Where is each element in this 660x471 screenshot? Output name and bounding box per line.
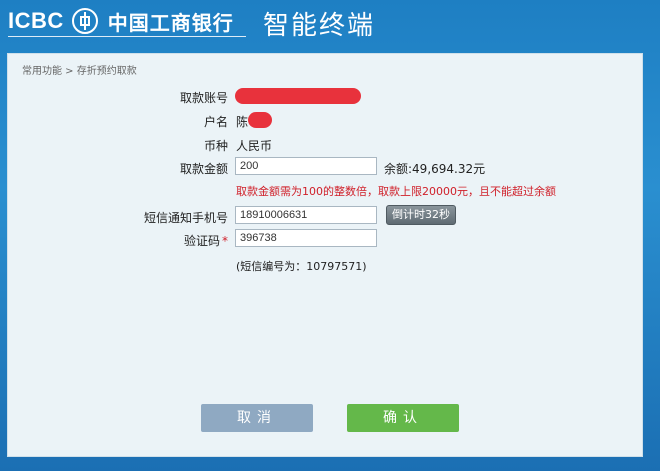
sms-number-note: (短信编号为：10797571) — [236, 260, 367, 273]
amount-warning: 取款金额需为100的整数倍，取款上限20000元，且不能超过余额 — [236, 185, 556, 198]
countdown-button[interactable]: 倒计时32秒 — [386, 205, 456, 225]
verification-code-input[interactable]: 396738 — [235, 229, 377, 247]
breadcrumb: 常用功能 > 存折预约取款 — [22, 66, 137, 77]
name-value: 陈 — [236, 115, 249, 129]
icbc-seal-icon — [71, 8, 98, 34]
icbc-logo-text: ICBC — [8, 8, 64, 33]
account-label: 取款账号 — [179, 91, 228, 105]
bank-logo: ICBC 中国工商银行 — [8, 6, 246, 37]
balance-text: 余额:49,694.32元 — [384, 162, 486, 176]
withdrawal-form-panel: 常用功能 > 存折预约取款 取款账号 户名 陈 币种 人民币 取款金额 200 … — [7, 53, 643, 457]
name-label: 户名 — [203, 115, 228, 129]
phone-label: 短信通知手机号 — [143, 211, 228, 225]
code-label: 验证码 * — [8, 232, 228, 249]
amount-input[interactable]: 200 — [235, 157, 377, 175]
app-header: ICBC 中国工商银行 智能终端 — [0, 0, 660, 50]
code-label-text: 验证码 — [183, 234, 220, 248]
name-redaction — [248, 112, 272, 128]
confirm-button[interactable]: 确认 — [347, 404, 459, 432]
currency-label: 币种 — [203, 139, 228, 153]
terminal-title: 智能终端 — [263, 11, 376, 41]
phone-input[interactable]: 18910006631 — [235, 206, 377, 224]
currency-value: 人民币 — [236, 139, 273, 153]
cancel-button[interactable]: 取消 — [201, 404, 313, 432]
amount-label: 取款金额 — [179, 162, 228, 176]
bank-name: 中国工商银行 — [107, 10, 234, 35]
required-mark: * — [222, 234, 228, 248]
account-redaction — [235, 88, 361, 104]
